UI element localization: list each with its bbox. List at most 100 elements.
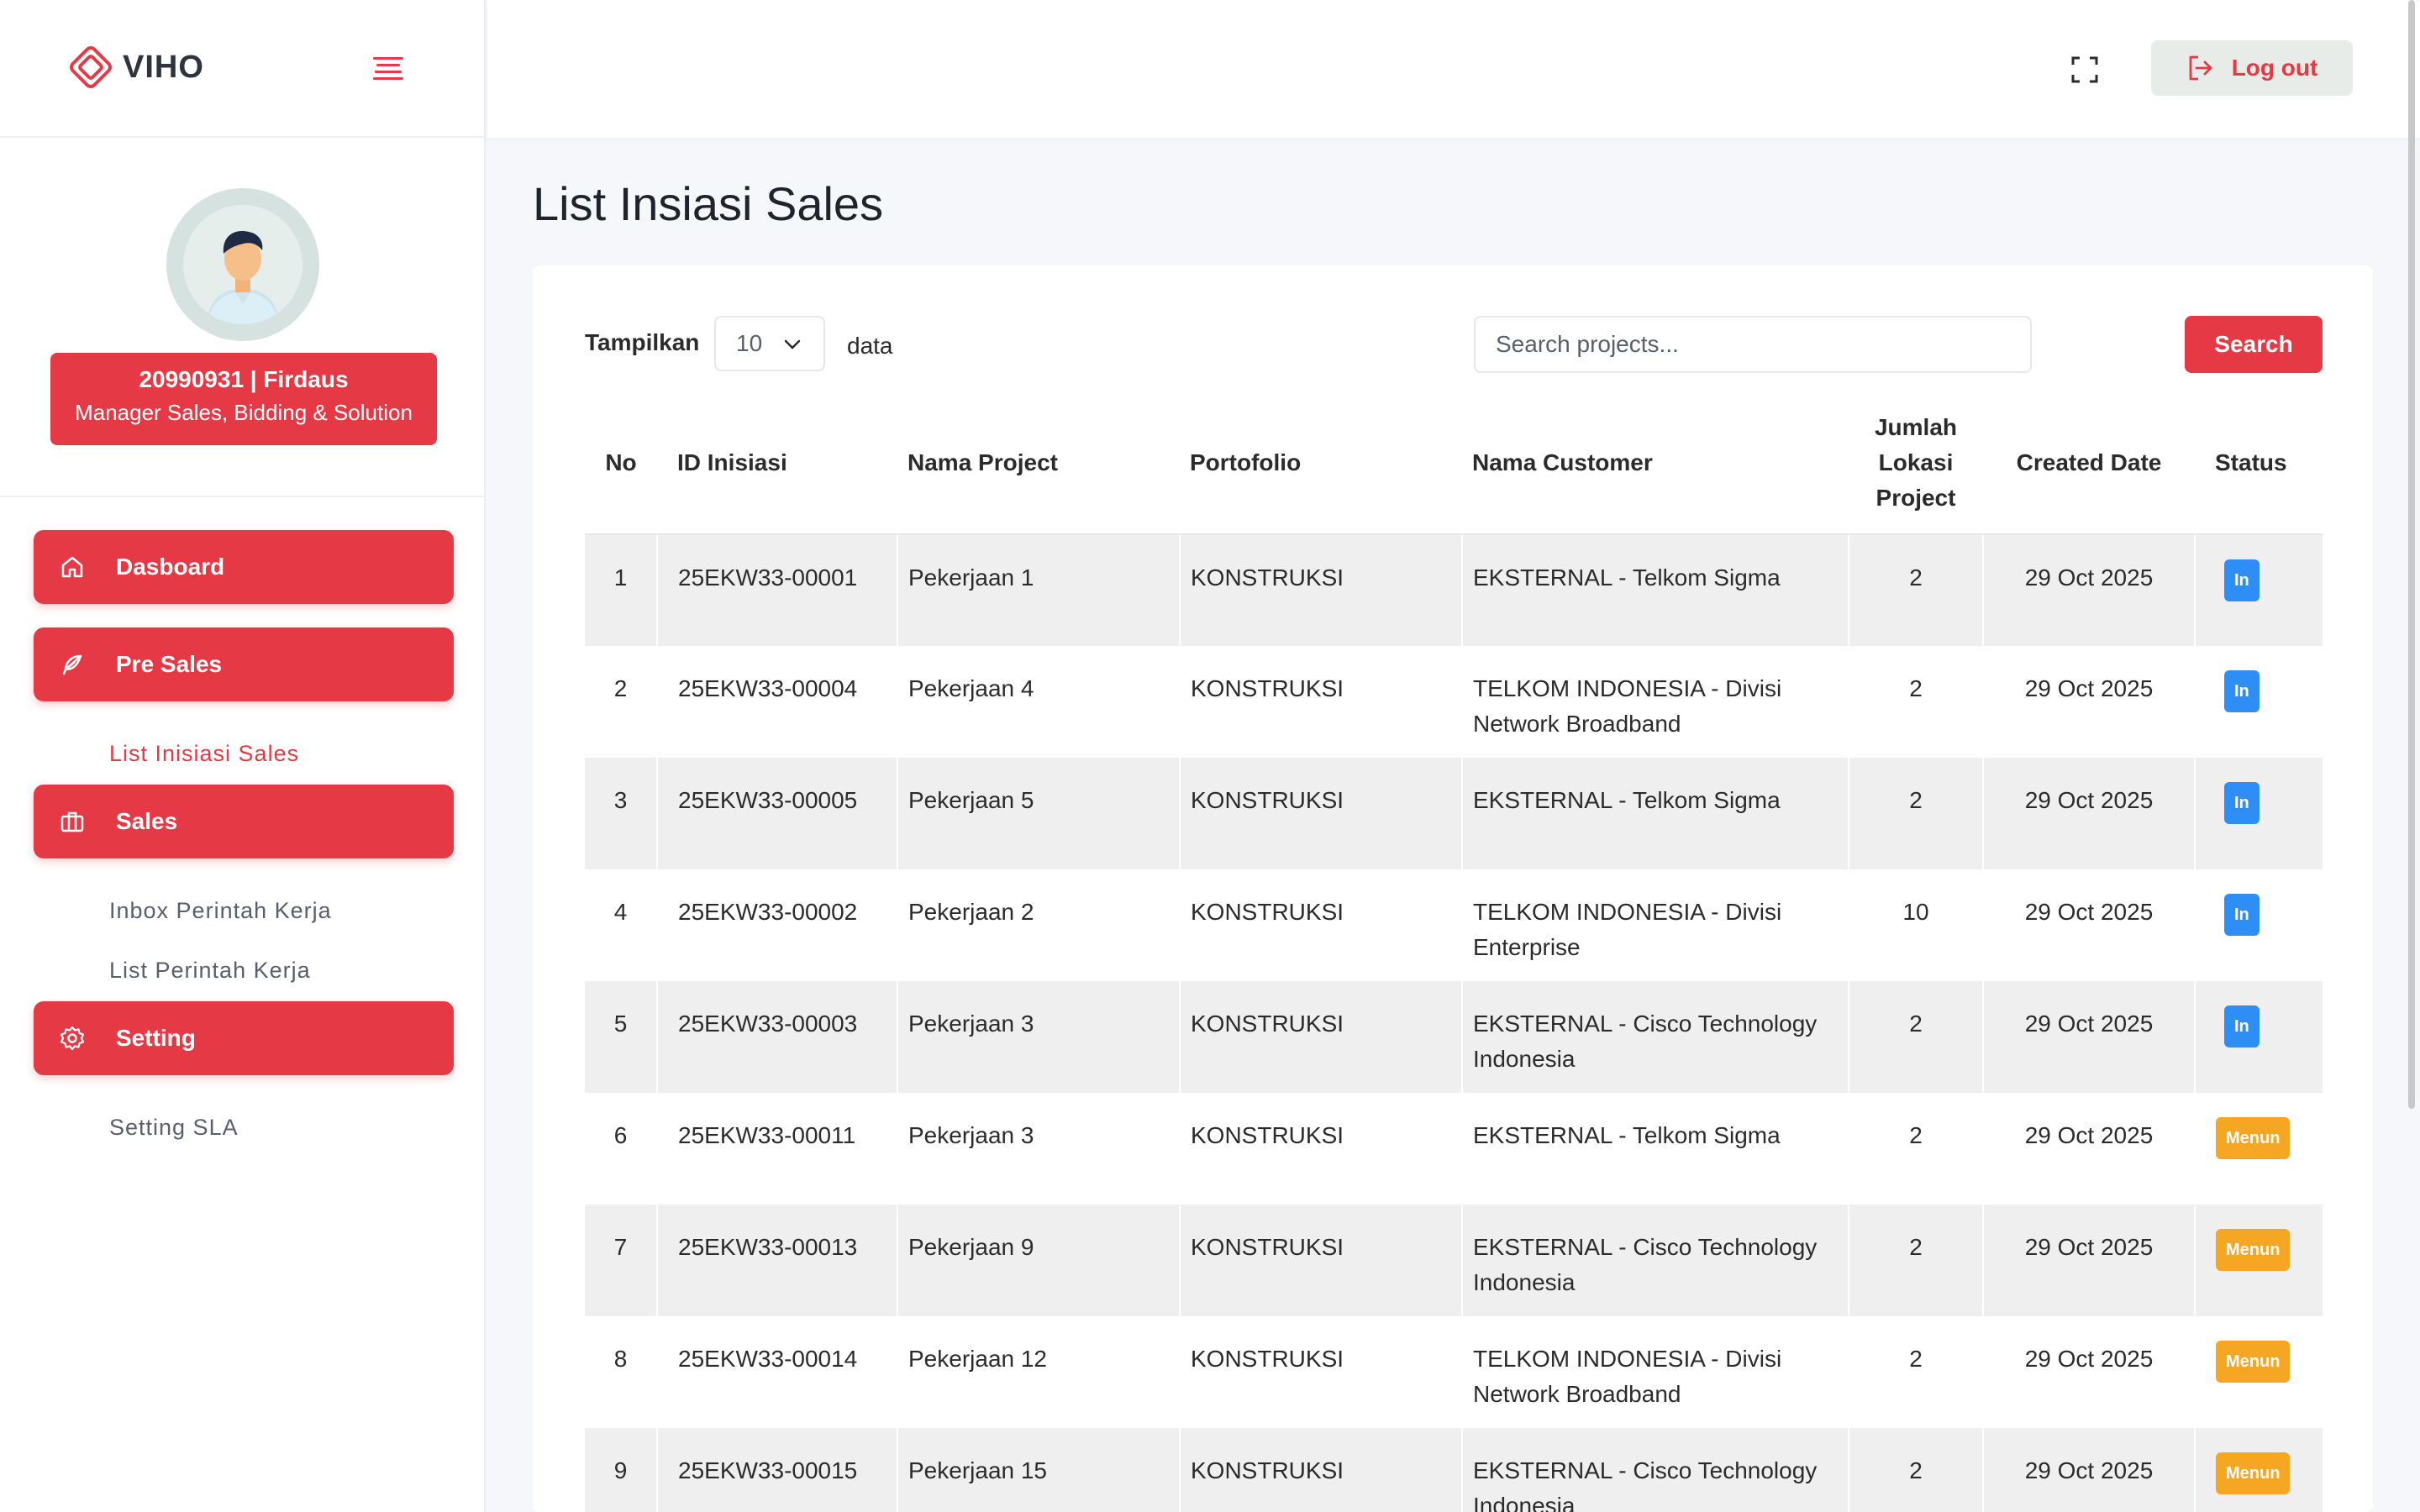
nav-sales-label: Sales [116, 808, 178, 834]
cell-status: Menun [2195, 1316, 2323, 1428]
page-scrollbar[interactable] [2408, 0, 2415, 1109]
cell-no: 4 [585, 869, 658, 981]
col-portofolio[interactable]: Portofolio [1180, 391, 1462, 535]
nav-setting-sla[interactable]: Setting SLA [109, 1115, 239, 1141]
home-icon [61, 556, 83, 578]
search-button[interactable]: Search [2185, 316, 2323, 373]
nav-inbox-perintah-kerja[interactable]: Inbox Perintah Kerja [109, 898, 332, 924]
status-badge: In [2224, 894, 2260, 936]
cell-no: 6 [585, 1093, 658, 1205]
page-title: List Insiasi Sales [533, 177, 884, 230]
gear-icon [60, 1026, 85, 1051]
avatar [166, 188, 319, 341]
cell-jumlah-lokasi: 2 [1849, 1093, 1984, 1205]
cell-jumlah-lokasi: 2 [1849, 1316, 1984, 1428]
cell-id-inisiasi: 25EKW33-00001 [657, 534, 898, 646]
col-nama-project[interactable]: Nama Project [897, 391, 1180, 535]
top-header: Log out [487, 0, 2420, 138]
status-badge: In [2224, 1005, 2260, 1047]
cell-nama-project: Pekerjaan 12 [897, 1316, 1181, 1428]
cell-created-date: 29 Oct 2025 [1983, 1093, 2196, 1205]
cell-nama-customer: EKSTERNAL - Telkom Sigma [1462, 758, 1849, 869]
cell-created-date: 29 Oct 2025 [1983, 981, 2196, 1093]
table-row[interactable]: 8 25EKW33-00014 Pekerjaan 12 KONSTRUKSI TELK… [585, 1316, 2323, 1428]
cell-no: 3 [585, 758, 658, 869]
table-row[interactable]: 1 25EKW33-00001 Pekerjaan 1 KONSTRUKSI EKSTE… [585, 534, 2323, 646]
table-row[interactable]: 6 25EKW33-00011 Pekerjaan 3 KONSTRUKSI EKSTE… [585, 1093, 2323, 1205]
nav-setting-label: Setting [116, 1025, 196, 1051]
cell-no: 7 [585, 1205, 658, 1316]
sales-table: No ID Inisiasi Nama Project Portofolio N… [585, 391, 2323, 1512]
nav-dashboard-label: Dasboard [116, 554, 225, 580]
table-row[interactable]: 5 25EKW33-00003 Pekerjaan 3 KONSTRUKSI EKSTE… [585, 981, 2323, 1093]
cell-status: Menun [2195, 1205, 2323, 1316]
cell-id-inisiasi: 25EKW33-00015 [657, 1428, 898, 1512]
cell-status: In [2195, 646, 2323, 758]
user-avatar-icon [207, 231, 279, 324]
sidebar: VIHO 20990931 | Firdaus Manager Sales, B… [0, 0, 486, 1512]
cell-nama-project: Pekerjaan 3 [897, 981, 1181, 1093]
cell-nama-customer: TELKOM INDONESIA - Divisi Enterprise [1462, 869, 1849, 981]
cell-created-date: 29 Oct 2025 [1983, 1428, 2196, 1512]
table-row[interactable]: 4 25EKW33-00002 Pekerjaan 2 KONSTRUKSI TELKO… [585, 869, 2323, 981]
cell-id-inisiasi: 25EKW33-00003 [657, 981, 898, 1093]
logout-button[interactable]: Log out [2151, 40, 2353, 96]
entries-select[interactable]: 10 [714, 316, 825, 371]
col-status[interactable]: Status [2195, 391, 2323, 535]
logo-bar: VIHO [0, 0, 484, 138]
cell-status: Menun [2195, 1093, 2323, 1205]
cell-created-date: 29 Oct 2025 [1983, 869, 2196, 981]
cell-jumlah-lokasi: 2 [1849, 1428, 1984, 1512]
table-row[interactable]: 2 25EKW33-00004 Pekerjaan 4 KONSTRUKSI TELKO… [585, 646, 2323, 758]
fullscreen-icon[interactable] [2070, 55, 2099, 84]
col-nama-customer[interactable]: Nama Customer [1462, 391, 1849, 535]
nav-pre-sales[interactable]: Pre Sales [34, 627, 454, 701]
cell-portofolio: KONSTRUKSI [1180, 1205, 1463, 1316]
cell-status: Menun [2195, 1428, 2323, 1512]
table-container: No ID Inisiasi Nama Project Portofolio N… [585, 391, 2323, 1512]
cell-portofolio: KONSTRUKSI [1180, 1316, 1463, 1428]
nav-sales[interactable]: Sales [34, 785, 454, 858]
nav-setting[interactable]: Setting [34, 1001, 454, 1075]
col-created-date[interactable]: Created Date [1983, 391, 2195, 535]
status-badge: In [2224, 782, 2260, 824]
nav-pre-sales-label: Pre Sales [116, 651, 223, 677]
content-card: Tampilkan 10 data Search No ID Inisiasi … [533, 265, 2373, 1512]
cell-no: 2 [585, 646, 658, 758]
cell-jumlah-lokasi: 2 [1849, 534, 1984, 646]
cell-nama-project: Pekerjaan 2 [897, 869, 1181, 981]
show-entries-label: Tampilkan [585, 329, 700, 355]
cell-nama-customer: EKSTERNAL - Telkom Sigma [1462, 1093, 1849, 1205]
cell-id-inisiasi: 25EKW33-00004 [657, 646, 898, 758]
cell-created-date: 29 Oct 2025 [1983, 534, 2196, 646]
status-badge: In [2224, 559, 2260, 601]
menu-toggle-icon[interactable] [373, 57, 403, 81]
cell-jumlah-lokasi: 2 [1849, 1205, 1984, 1316]
table-row[interactable]: 9 25EKW33-00015 Pekerjaan 15 KONSTRUKSI EKST… [585, 1428, 2323, 1512]
nav-dashboard[interactable]: Dasboard [34, 530, 454, 604]
col-no[interactable]: No [585, 391, 657, 535]
profile-name: 20990931 | Firdaus [139, 366, 349, 392]
cell-id-inisiasi: 25EKW33-00005 [657, 758, 898, 869]
app-logo[interactable]: VIHO [67, 44, 204, 91]
col-id-inisiasi[interactable]: ID Inisiasi [657, 391, 897, 535]
status-badge: Menun [2216, 1452, 2291, 1494]
table-row[interactable]: 7 25EKW33-00013 Pekerjaan 9 KONSTRUKSI EKSTE… [585, 1205, 2323, 1316]
cell-nama-project: Pekerjaan 5 [897, 758, 1181, 869]
table-row[interactable]: 3 25EKW33-00005 Pekerjaan 5 KONSTRUKSI EKSTE… [585, 758, 2323, 869]
cell-created-date: 29 Oct 2025 [1983, 646, 2196, 758]
search-input[interactable] [1474, 316, 2032, 373]
logout-label: Log out [2231, 55, 2318, 81]
cell-created-date: 29 Oct 2025 [1983, 758, 2196, 869]
cell-no: 8 [585, 1316, 658, 1428]
profile-card: 20990931 | Firdaus Manager Sales, Biddin… [50, 353, 437, 445]
cell-portofolio: KONSTRUKSI [1180, 1428, 1463, 1512]
cell-status: In [2195, 869, 2323, 981]
nav-list-inisiasi-sales[interactable]: List Inisiasi Sales [109, 741, 299, 767]
col-jumlah-lokasi[interactable]: Jumlah Lokasi Project [1849, 391, 1983, 535]
nav-list-perintah-kerja[interactable]: List Perintah Kerja [109, 958, 311, 984]
cell-portofolio: KONSTRUKSI [1180, 869, 1463, 981]
cell-portofolio: KONSTRUKSI [1180, 534, 1463, 646]
profile-role: Manager Sales, Bidding & Solution [75, 400, 413, 425]
cell-id-inisiasi: 25EKW33-00011 [657, 1093, 898, 1205]
